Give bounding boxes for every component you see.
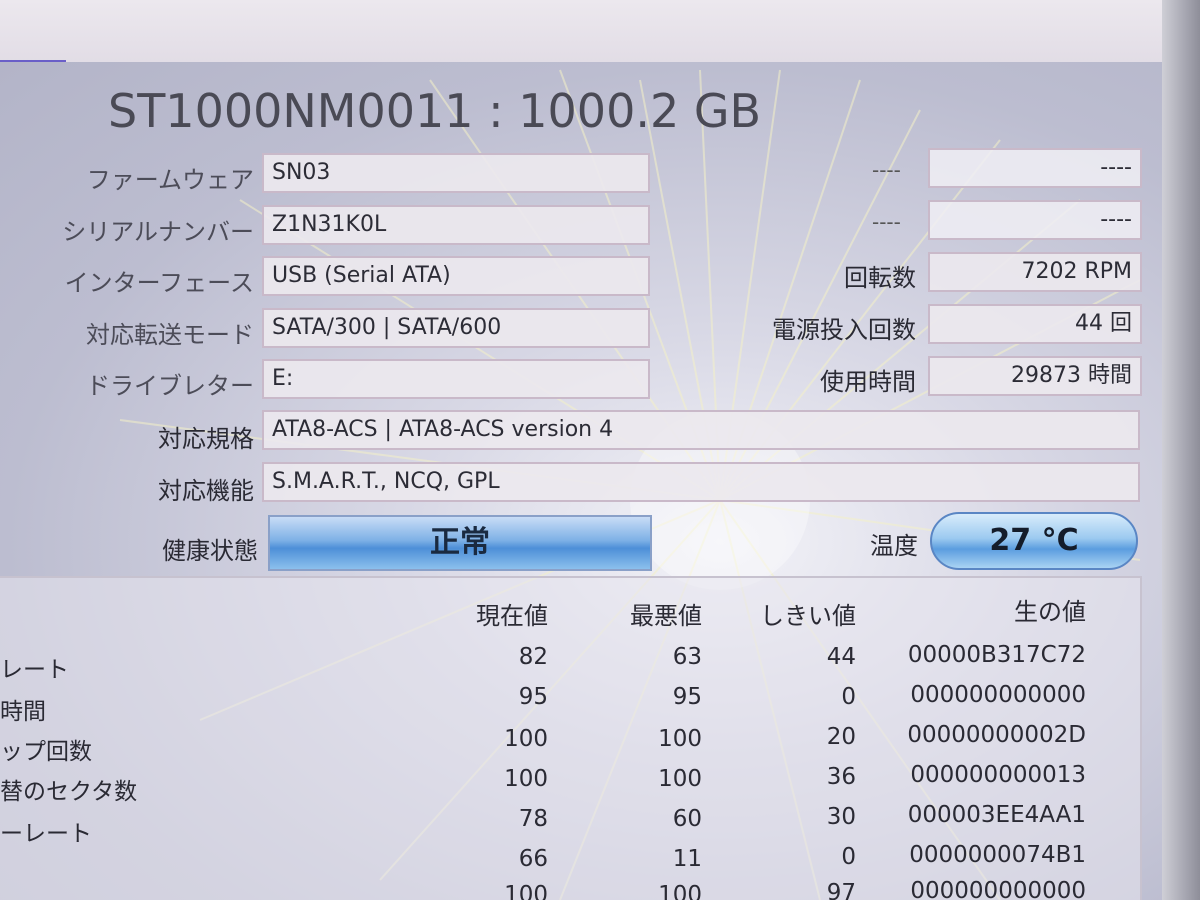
table-cell-current: 100 — [504, 882, 548, 900]
health-status-button[interactable]: 正常 — [268, 515, 652, 571]
blank-label-2: ---- — [872, 210, 901, 234]
smart-table: 現在値 最悪値 しきい値 生の値 レート 82 63 44 00000B317C… — [0, 576, 1142, 900]
table-cell-threshold: 36 — [826, 764, 856, 790]
table-cell-raw: 000000000013 — [910, 762, 1086, 788]
table-cell-raw: 0000000074B1 — [909, 842, 1086, 868]
table-row-name: 替のセクタ数 — [0, 779, 138, 805]
power-on-hours-field: 29873 時間 — [928, 356, 1142, 396]
table-cell-worst: 11 — [672, 846, 702, 872]
table-cell-raw: 000000000000 — [910, 682, 1086, 708]
table-cell-threshold: 44 — [826, 644, 856, 670]
table-cell-threshold: 0 — [841, 844, 856, 870]
table-row-name: 時間 — [0, 699, 46, 725]
table-cell-current: 82 — [518, 644, 548, 670]
table-cell-threshold: 30 — [826, 804, 856, 830]
header-current: 現在値 — [476, 602, 548, 630]
table-cell-raw: 00000000002D — [907, 722, 1086, 748]
table-cell-worst: 100 — [658, 766, 702, 792]
transfer-mode-field: SATA/300 | SATA/600 — [262, 308, 650, 348]
table-cell-threshold: 20 — [826, 724, 856, 750]
rotation-label: 回転数 — [844, 264, 916, 292]
table-cell-threshold: 97 — [826, 880, 856, 900]
table-cell-worst: 100 — [658, 882, 702, 900]
firmware-label: ファームウェア — [86, 166, 254, 194]
power-on-hours-label: 使用時間 — [820, 368, 916, 396]
drive-letter-field: E: — [262, 359, 650, 399]
power-on-count-field: 44 回 — [928, 304, 1142, 344]
table-row-name: ーレート — [0, 821, 92, 847]
table-cell-worst: 95 — [672, 684, 702, 710]
standard-field: ATA8-ACS | ATA8-ACS version 4 — [262, 410, 1140, 450]
table-row-name: レート — [0, 657, 69, 683]
table-cell-threshold: 0 — [841, 684, 856, 710]
drive-letter-label: ドライブレター — [86, 372, 254, 400]
header-worst: 最悪値 — [630, 602, 702, 630]
blank-label-1: ---- — [872, 158, 901, 182]
temperature-label: 温度 — [870, 532, 918, 560]
standard-label: 対応規格 — [158, 425, 254, 453]
table-cell-current: 66 — [518, 846, 548, 872]
table-cell-worst: 63 — [672, 644, 702, 670]
table-cell-worst: 100 — [658, 726, 702, 752]
temperature-button[interactable]: 27 °C — [930, 512, 1138, 570]
table-cell-current: 100 — [504, 766, 548, 792]
serial-label: シリアルナンバー — [62, 218, 254, 246]
table-row-name: ップ回数 — [0, 739, 92, 765]
features-field: S.M.A.R.T., NCQ, GPL — [262, 462, 1140, 502]
features-label: 対応機能 — [158, 477, 254, 505]
power-on-count-label: 電源投入回数 — [772, 316, 916, 344]
table-cell-current: 100 — [504, 726, 548, 752]
header-threshold: しきい値 — [760, 602, 856, 630]
window-edge — [1162, 0, 1200, 900]
interface-label: インターフェース — [64, 269, 254, 297]
table-cell-worst: 60 — [672, 806, 702, 832]
table-cell-raw: 000003EE4AA1 — [907, 802, 1086, 828]
health-label: 健康状態 — [162, 537, 258, 565]
table-cell-raw: 000000000000 — [910, 878, 1086, 900]
blank-field-2: ---- — [928, 200, 1142, 240]
header-raw: 生の値 — [1014, 598, 1086, 626]
interface-field: USB (Serial ATA) — [262, 256, 650, 296]
table-cell-raw: 00000B317C72 — [907, 642, 1086, 668]
firmware-field: SN03 — [262, 153, 650, 193]
transfer-mode-label: 対応転送モード — [86, 321, 254, 349]
table-cell-current: 78 — [518, 806, 548, 832]
blank-field-1: ---- — [928, 148, 1142, 188]
table-cell-current: 95 — [518, 684, 548, 710]
rotation-field: 7202 RPM — [928, 252, 1142, 292]
drive-title: ST1000NM0011 : 1000.2 GB — [108, 84, 762, 138]
serial-field: Z1N31K0L — [262, 205, 650, 245]
